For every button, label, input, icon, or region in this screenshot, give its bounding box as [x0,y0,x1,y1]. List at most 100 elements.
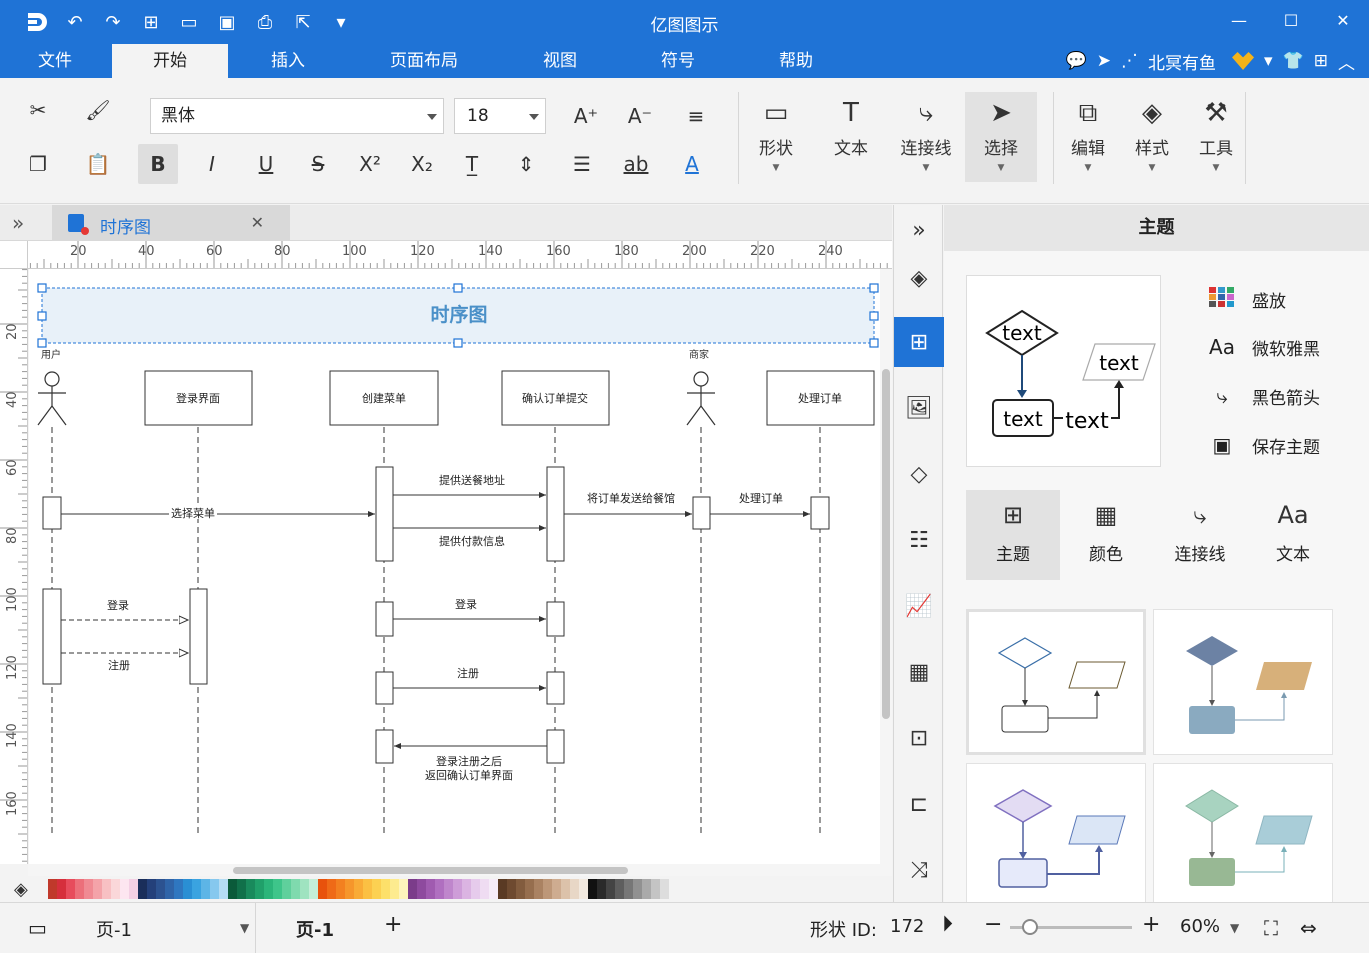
decrease-font-icon[interactable]: A⁻ [620,96,660,136]
line-spacing-icon[interactable]: ⇕ [506,144,546,184]
panel-tab-connector[interactable]: ⤷ 连接线 [1153,490,1247,580]
color-swatch[interactable] [615,879,624,899]
color-swatch[interactable] [327,879,336,899]
color-swatch[interactable] [102,879,111,899]
color-swatch[interactable] [435,879,444,899]
activation-bar[interactable] [42,496,62,530]
color-swatch[interactable] [66,879,75,899]
highlight-icon[interactable]: ab [616,144,656,184]
scroll-thumb[interactable] [882,369,890,719]
fill-color-icon[interactable]: ◈ [14,879,28,900]
page-selector-value[interactable]: 页-1 [96,916,132,942]
color-swatch[interactable] [138,879,147,899]
activation-bar[interactable] [375,729,394,764]
document-tab[interactable]: 时序图 ✕ [52,205,290,241]
menu-tab-view[interactable]: 视图 [500,44,620,78]
color-swatch[interactable] [57,879,66,899]
color-swatch[interactable] [309,879,318,899]
page-tab-active[interactable]: 页-1 [296,916,334,942]
color-swatch[interactable] [219,879,228,899]
color-swatch[interactable] [300,879,309,899]
fit-width-icon[interactable]: ⇔ [1300,916,1317,940]
color-swatch[interactable] [192,879,201,899]
comment-icon[interactable]: 💬 [1066,51,1087,71]
share-icon[interactable]: ⋰ [1121,51,1138,71]
chart-icon[interactable]: 📈 [894,581,944,631]
italic-icon[interactable]: I [192,144,232,184]
activation-bar[interactable] [810,496,830,530]
connector-button[interactable]: ⤷ 连接线 ▼ [890,92,962,182]
color-swatch[interactable] [165,879,174,899]
expand-library-icon[interactable]: » [12,211,24,235]
activation-bar[interactable] [375,671,394,705]
option-color-scheme[interactable]: 盛放 [1206,279,1286,319]
edit-button[interactable]: ⧉ 编辑 ▼ [1052,92,1124,182]
color-swatch[interactable] [453,879,462,899]
color-swatch[interactable] [516,879,525,899]
chevron-down-icon[interactable]: ▼ [240,921,249,935]
option-font[interactable]: Aa 微软雅黑 [1206,327,1320,367]
page-list-icon[interactable]: ▭ [28,916,47,940]
color-swatch[interactable] [93,879,102,899]
increase-font-icon[interactable]: A⁺ [566,96,606,136]
menu-tab-insert[interactable]: 插入 [230,44,346,78]
color-swatch[interactable] [381,879,390,899]
color-swatch[interactable] [507,879,516,899]
color-swatch[interactable] [246,879,255,899]
color-swatch[interactable] [489,879,498,899]
font-family-select[interactable]: 黑体 [150,98,444,134]
color-swatch[interactable] [624,879,633,899]
color-swatch[interactable] [552,879,561,899]
table-icon[interactable]: ▦ [894,647,944,697]
fit-page-icon[interactable]: ⛶ [1264,916,1278,940]
activation-bar[interactable] [546,601,565,637]
panel-tab-color[interactable]: ▦ 颜色 [1059,490,1153,580]
shape-button[interactable]: ▭ 形状 ▼ [740,92,812,182]
menu-tab-start[interactable]: 开始 [112,44,228,78]
user-name[interactable]: 北冥有鱼 [1148,49,1216,74]
zoom-value[interactable]: 60% [1180,916,1220,937]
shuffle-icon[interactable]: ⤨ [894,845,944,895]
strikethrough-icon[interactable]: S [298,144,338,184]
color-swatch[interactable] [525,879,534,899]
drawing-canvas[interactable]: 时序图 用户 商家 登录界面 创建菜单 确认订单提交 处理订单 选择菜单 提供送… [29,269,880,864]
color-swatch[interactable] [84,879,93,899]
text-format-icon[interactable]: T̲ [452,144,492,184]
font-size-select[interactable]: 18 [454,98,546,134]
activation-bar[interactable] [546,671,565,705]
actor-merchant-figure[interactable] [686,371,716,426]
paste-icon[interactable]: 📋 [78,144,118,184]
menu-tab-page-layout[interactable]: 页面布局 [360,44,488,78]
page-icon[interactable]: ☷ [894,515,944,565]
color-swatch[interactable] [48,879,57,899]
close-tab-icon[interactable]: ✕ [251,213,264,232]
color-swatch[interactable] [498,879,507,899]
color-swatch[interactable] [201,879,210,899]
color-swatch[interactable] [660,879,669,899]
panel-tab-theme[interactable]: ⊞ 主题 [966,490,1060,580]
underline-icon[interactable]: U [246,144,286,184]
color-swatch[interactable] [210,879,219,899]
color-swatch[interactable] [570,879,579,899]
font-color-icon[interactable]: A [672,144,712,184]
menu-tab-file[interactable]: 文件 [0,44,110,78]
style-button[interactable]: ◈ 样式 ▼ [1116,92,1188,182]
zoom-in-icon[interactable]: + [1142,912,1160,937]
color-swatch[interactable] [399,879,408,899]
color-swatch[interactable] [426,879,435,899]
color-swatch[interactable] [156,879,165,899]
vertical-scrollbar[interactable] [880,269,892,864]
color-swatch[interactable] [471,879,480,899]
menu-tab-help[interactable]: 帮助 [738,44,854,78]
fill-bucket-icon[interactable]: ◈ [894,253,944,303]
scroll-thumb[interactable] [233,867,628,874]
color-swatch[interactable] [273,879,282,899]
bold-icon[interactable]: B [138,144,178,184]
theme-card-green[interactable] [1153,763,1333,909]
color-swatch[interactable] [255,879,264,899]
color-swatch[interactable] [174,879,183,899]
image-icon[interactable]: 🖼 [894,383,944,433]
theme-card-blue-sand[interactable] [1153,609,1333,755]
color-swatch[interactable] [606,879,615,899]
activation-bar[interactable] [546,729,565,764]
